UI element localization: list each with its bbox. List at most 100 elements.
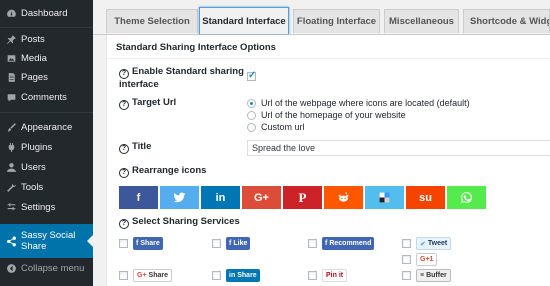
service-label: Tweet xyxy=(427,240,448,247)
target-option-homepage[interactable]: Url of the homepage of your website xyxy=(247,110,406,120)
rearrange-icon-strip: f in G+ P su xyxy=(119,186,488,209)
whatsapp-icon[interactable] xyxy=(447,186,486,209)
service-label: Like xyxy=(233,240,248,247)
radio-button[interactable] xyxy=(247,98,256,108)
pinterest-glyph: P xyxy=(298,189,307,205)
sidebar-item-plugins[interactable]: Plugins xyxy=(0,137,93,157)
service-label: Share xyxy=(237,272,257,279)
sidebar-item-label: Appearance xyxy=(21,121,73,133)
twitter-icon[interactable] xyxy=(160,186,199,209)
radio-button[interactable] xyxy=(247,110,256,120)
facebook-recommend-button: f Recommend xyxy=(322,237,375,250)
select-services-label: ? Select Sharing Services xyxy=(119,216,240,229)
help-icon[interactable]: ? xyxy=(119,68,129,79)
sidebar-item-label: Posts xyxy=(21,33,45,45)
enable-standard-checkbox[interactable] xyxy=(247,70,256,81)
delicious-icon[interactable] xyxy=(365,186,404,209)
facebook-icon[interactable]: f xyxy=(119,186,158,209)
service-checkbox[interactable] xyxy=(402,239,411,248)
rearrange-label-text: Rearrange icons xyxy=(132,165,207,176)
tab-shortcode-widget[interactable]: Shortcode & Widget xyxy=(463,9,550,33)
sidebar-item-posts[interactable]: Posts xyxy=(0,29,93,49)
panel-divider xyxy=(107,58,550,59)
pushpin-icon xyxy=(2,34,20,45)
help-icon[interactable]: ? xyxy=(119,218,129,229)
service-twitter-tweet[interactable]: ✔ Tweet xyxy=(402,237,452,250)
service-facebook-like[interactable]: f Like xyxy=(212,237,251,250)
google-plus-icon: G+ xyxy=(137,272,147,279)
stumbleupon-icon[interactable]: su xyxy=(406,186,445,209)
sidebar-item-label: Media xyxy=(21,52,47,64)
admin-sidebar: Dashboard Posts Media Pages Comments App… xyxy=(0,0,93,286)
service-checkbox[interactable] xyxy=(212,239,221,248)
service-label: Buffer xyxy=(426,272,447,279)
service-checkbox[interactable] xyxy=(119,239,128,248)
service-checkbox[interactable] xyxy=(308,271,317,280)
linkedin-icon[interactable]: in xyxy=(201,186,240,209)
service-linkedin-share[interactable]: in Share xyxy=(212,269,260,282)
service-label: Recommend xyxy=(329,240,372,247)
stumbleupon-glyph: su xyxy=(419,191,432,204)
service-google-share[interactable]: G+ Share xyxy=(119,269,173,282)
target-option-custom[interactable]: Custom url xyxy=(247,122,305,132)
radio-button[interactable] xyxy=(247,122,256,132)
tab-theme-selection[interactable]: Theme Selection xyxy=(106,9,198,33)
service-checkbox[interactable] xyxy=(402,255,411,264)
paintbrush-icon xyxy=(2,122,20,133)
target-url-text: Target Url xyxy=(132,97,177,108)
enable-label-line2: interface xyxy=(119,78,159,90)
service-pinterest-pinit[interactable]: Pin it xyxy=(308,269,348,282)
facebook-like-button: f Like xyxy=(226,237,251,250)
sidebar-item-pages[interactable]: Pages xyxy=(0,67,93,87)
sidebar-item-comments[interactable]: Comments xyxy=(0,87,93,107)
google-plus-icon[interactable]: G+ xyxy=(242,186,281,209)
linkedin-share-button: in Share xyxy=(226,269,260,282)
sidebar-item-tools[interactable]: Tools xyxy=(0,177,93,197)
sidebar-item-media[interactable]: Media xyxy=(0,48,93,68)
comments-icon xyxy=(2,92,20,103)
buffer-button: ≡ Buffer xyxy=(416,269,451,282)
sidebar-item-appearance[interactable]: Appearance xyxy=(0,117,93,137)
sidebar-item-sassy-social-share[interactable]: Sassy Social Share xyxy=(0,224,93,258)
tab-standard-interface[interactable]: Standard Interface xyxy=(199,7,289,34)
service-label: G+1 xyxy=(420,256,434,263)
media-icon xyxy=(2,53,20,64)
service-buffer[interactable]: ≡ Buffer xyxy=(402,269,451,282)
tab-floating-interface[interactable]: Floating Interface xyxy=(293,9,380,33)
reddit-icon[interactable] xyxy=(324,186,363,209)
tab-miscellaneous[interactable]: Miscellaneous xyxy=(384,9,459,33)
twitter-bird-icon: ✔ xyxy=(420,240,426,248)
enable-standard-label: ? Enable Standard sharing interface xyxy=(119,66,244,91)
service-google-plus-one[interactable]: G+1 xyxy=(402,253,438,266)
sidebar-item-users[interactable]: Users xyxy=(0,157,93,177)
target-option-default[interactable]: Url of the webpage where icons are locat… xyxy=(247,98,470,108)
google-plus-one-button: G+1 xyxy=(416,253,438,266)
help-icon[interactable]: ? xyxy=(119,99,129,110)
service-facebook-share[interactable]: f Share xyxy=(119,237,163,250)
sidebar-item-settings[interactable]: Settings xyxy=(0,197,93,217)
pinterest-pinit-button: Pin it xyxy=(322,269,348,282)
service-checkbox[interactable] xyxy=(212,271,221,280)
help-icon[interactable]: ? xyxy=(119,143,129,154)
twitter-tweet-button: ✔ Tweet xyxy=(416,237,452,250)
collapse-menu-button[interactable]: Collapse menu xyxy=(0,258,93,278)
share-icon xyxy=(2,236,20,247)
pages-icon xyxy=(2,72,20,83)
pinterest-icon[interactable]: P xyxy=(283,186,322,209)
help-icon[interactable]: ? xyxy=(119,167,129,178)
sidebar-item-dashboard[interactable]: Dashboard xyxy=(0,3,93,23)
sidebar-item-label: Settings xyxy=(21,201,56,213)
radio-label: Url of the webpage where icons are locat… xyxy=(261,98,470,108)
user-icon xyxy=(2,162,20,173)
radio-label: Url of the homepage of your website xyxy=(261,110,406,120)
service-checkbox[interactable] xyxy=(119,271,128,280)
sidebar-item-label: Dashboard xyxy=(21,7,68,19)
service-facebook-recommend[interactable]: f Recommend xyxy=(308,237,375,250)
enable-label-line1: Enable Standard sharing xyxy=(132,66,244,77)
service-checkbox[interactable] xyxy=(402,271,411,280)
settings-tabs: Theme Selection Standard Interface Float… xyxy=(93,0,550,35)
title-input[interactable] xyxy=(247,140,550,156)
service-checkbox[interactable] xyxy=(308,239,317,248)
options-panel: Standard Sharing Interface Options ? Enab… xyxy=(106,35,550,286)
google-share-button: G+ Share xyxy=(133,269,173,282)
